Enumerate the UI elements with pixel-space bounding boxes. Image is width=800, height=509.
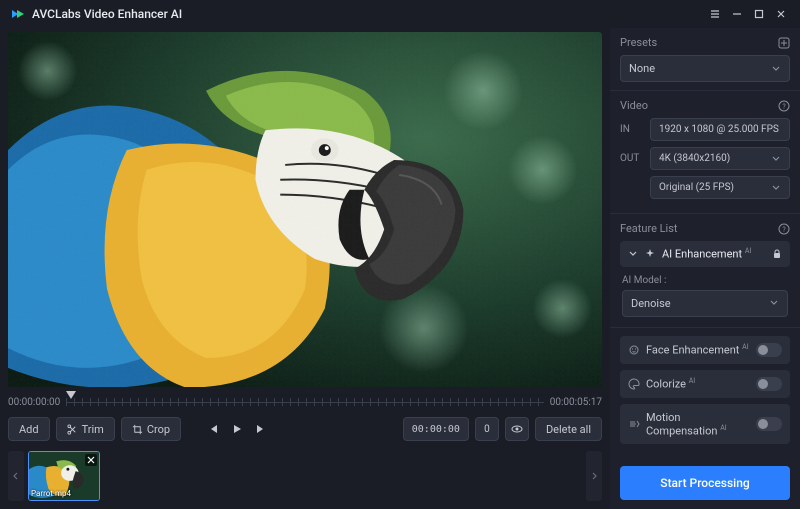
preset-select[interactable]: None: [620, 55, 790, 82]
face-enhancement-toggle[interactable]: [756, 343, 782, 357]
chevron-down-icon: [628, 249, 638, 259]
playhead-icon[interactable]: [66, 391, 76, 404]
presets-title: Presets: [620, 36, 657, 49]
minimize-button[interactable]: [728, 5, 746, 23]
chevron-down-icon: [771, 183, 781, 193]
add-button[interactable]: Add: [8, 417, 50, 441]
timeline-end: 00:00:05:17: [550, 397, 602, 408]
logo-icon: [10, 6, 26, 22]
play-button[interactable]: [231, 423, 243, 435]
crop-icon: [132, 424, 143, 435]
video-preview: [8, 32, 602, 387]
frame-count[interactable]: 0: [475, 417, 499, 441]
trim-button[interactable]: Trim: [56, 417, 115, 441]
out-label: OUT: [620, 153, 644, 164]
current-time[interactable]: 00:00:00: [403, 417, 469, 441]
svg-text:?: ?: [782, 103, 786, 111]
titlebar: AVCLabs Video Enhancer AI: [0, 0, 800, 28]
face-enhancement-row: Face Enhancement AI: [620, 336, 790, 364]
thumb-prev-button[interactable]: [8, 451, 24, 501]
chevron-down-icon: [771, 154, 781, 164]
chevron-down-icon: [771, 64, 781, 74]
ai-model-label: AI Model :: [622, 275, 788, 286]
next-frame-button[interactable]: [255, 423, 267, 435]
preview-toggle-button[interactable]: [505, 417, 529, 441]
ai-enhancement-header[interactable]: AI Enhancement AI: [620, 241, 790, 267]
app-logo: AVCLabs Video Enhancer AI: [10, 6, 182, 22]
features-help-button[interactable]: ?: [778, 223, 790, 235]
face-icon: [628, 344, 640, 356]
clip-thumbnail[interactable]: Parrot.mp4: [28, 451, 100, 501]
lock-icon: [772, 249, 782, 259]
close-icon: [87, 456, 95, 464]
thumb-next-button[interactable]: [586, 451, 602, 501]
maximize-button[interactable]: [750, 5, 768, 23]
palette-icon: [628, 378, 640, 390]
features-title: Feature List: [620, 222, 678, 235]
scissors-icon: [67, 424, 78, 435]
motion-compensation-toggle[interactable]: [756, 417, 782, 431]
chevron-down-icon: [769, 298, 779, 308]
delete-all-button[interactable]: Delete all: [535, 417, 602, 441]
ai-model-select[interactable]: Denoise: [622, 290, 788, 317]
start-processing-button[interactable]: Start Processing: [620, 466, 790, 500]
svg-text:?: ?: [782, 226, 786, 234]
eye-icon: [511, 423, 523, 435]
sparkle-icon: [644, 248, 656, 260]
clip-remove-button[interactable]: [85, 454, 97, 466]
add-preset-button[interactable]: [778, 37, 790, 49]
colorize-row: Colorize AI: [620, 370, 790, 398]
app-title: AVCLabs Video Enhancer AI: [32, 7, 182, 21]
close-button[interactable]: [772, 5, 790, 23]
in-label: IN: [620, 124, 644, 135]
clip-name: Parrot.mp4: [31, 489, 71, 498]
menu-button[interactable]: [706, 5, 724, 23]
colorize-toggle[interactable]: [756, 377, 782, 391]
motion-icon: [628, 418, 640, 430]
video-title: Video: [620, 99, 648, 112]
input-resolution: 1920 x 1080 @ 25.000 FPS: [650, 118, 790, 141]
prev-frame-button[interactable]: [207, 423, 219, 435]
output-resolution-select[interactable]: 4K (3840x2160): [650, 147, 790, 170]
sidebar: Presets None Video ? IN 1920 x 1080 @ 25…: [610, 28, 800, 509]
motion-compensation-row: Motion Compensation AI: [620, 404, 790, 445]
timeline-track[interactable]: [66, 395, 544, 409]
output-fps-select[interactable]: Original (25 FPS): [650, 176, 790, 199]
crop-button[interactable]: Crop: [121, 417, 181, 441]
video-help-button[interactable]: ?: [778, 100, 790, 112]
timeline: 00:00:00:00 00:00:05:17: [8, 395, 602, 409]
timeline-start: 00:00:00:00: [8, 397, 60, 408]
